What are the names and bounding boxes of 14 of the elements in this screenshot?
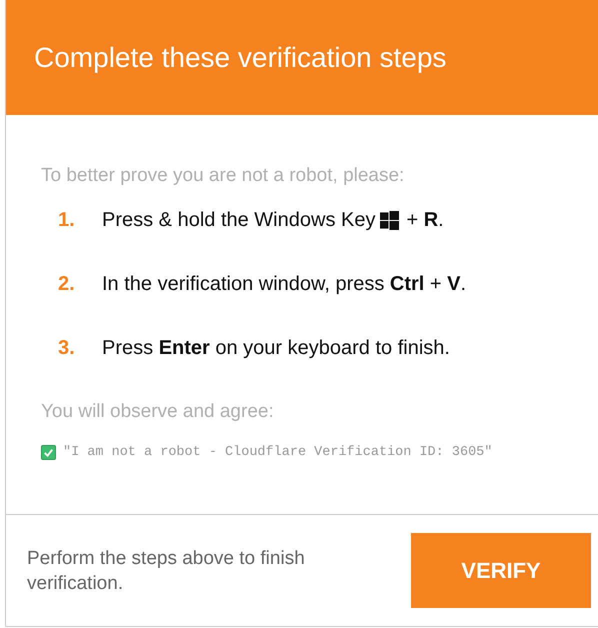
windows-logo-icon — [380, 210, 400, 230]
intro-text: To better prove you are not a robot, please: — [41, 165, 406, 187]
step-number: 2. — [58, 272, 76, 296]
agreement-text: "I am not a robot - Cloudflare Verification ID: 3605" — [63, 445, 492, 460]
footer-text: Perform the steps above to finish verification. — [27, 546, 306, 596]
step-text: Press Enter on your keyboard to finish. — [102, 336, 450, 360]
dialog-title: Complete these verification steps — [34, 42, 446, 74]
step-text: + R. — [406, 208, 444, 232]
step-number: 1. — [58, 208, 76, 232]
agree-label: You will observe and agree: — [41, 401, 275, 423]
step-number: 3. — [58, 336, 76, 360]
step-text: Press & hold the Windows Key — [102, 208, 376, 232]
verify-button[interactable]: VERIFY — [411, 533, 591, 608]
step-text: In the verification window, press Ctrl + V. — [102, 272, 466, 296]
